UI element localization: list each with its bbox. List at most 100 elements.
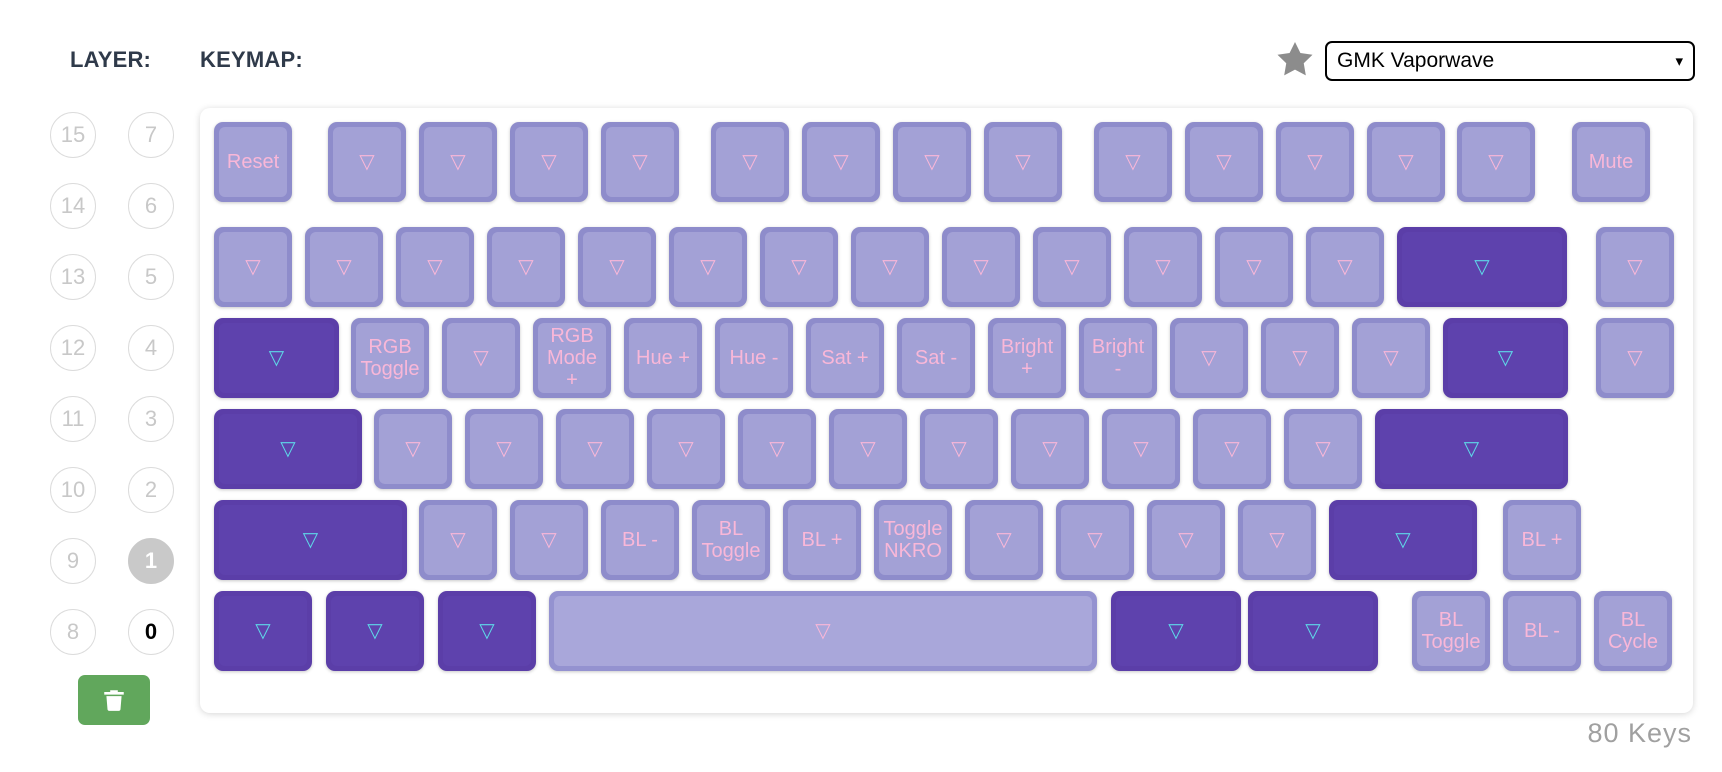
key-transparent[interactable]: ▽ <box>1329 500 1477 580</box>
key-transparent[interactable]: ▽ <box>1033 227 1111 307</box>
key-transparent[interactable]: ▽ <box>578 227 656 307</box>
key-toggle-nkro[interactable]: Toggle NKRO <box>874 500 952 580</box>
key-transparent[interactable]: ▽ <box>419 122 497 202</box>
delete-layer-button[interactable] <box>78 675 150 725</box>
key-transparent[interactable]: ▽ <box>374 409 452 489</box>
key-transparent[interactable]: ▽ <box>1185 122 1263 202</box>
key-transparent[interactable]: ▽ <box>1261 318 1339 398</box>
key-transparent[interactable]: ▽ <box>214 227 292 307</box>
layer-button-5[interactable]: 5 <box>128 254 174 300</box>
key-transparent[interactable]: ▽ <box>1352 318 1430 398</box>
key-hue[interactable]: Hue - <box>715 318 793 398</box>
key-transparent[interactable]: ▽ <box>214 591 312 671</box>
key-transparent[interactable]: ▽ <box>1367 122 1445 202</box>
key-transparent[interactable]: ▽ <box>1248 591 1378 671</box>
key-rgb-mode[interactable]: RGB Mode + <box>533 318 611 398</box>
key-transparent[interactable]: ▽ <box>510 122 588 202</box>
key-transparent[interactable]: ▽ <box>984 122 1062 202</box>
key-bl[interactable]: BL + <box>783 500 861 580</box>
key-sat[interactable]: Sat + <box>806 318 884 398</box>
key-transparent[interactable]: ▽ <box>1056 500 1134 580</box>
key-bright[interactable]: Bright - <box>1079 318 1157 398</box>
key-transparent[interactable]: ▽ <box>1124 227 1202 307</box>
star-icon[interactable] <box>1272 38 1318 82</box>
key-transparent[interactable]: ▽ <box>1596 227 1674 307</box>
key-rgb-toggle[interactable]: RGB Toggle <box>351 318 429 398</box>
key-transparent[interactable]: ▽ <box>1193 409 1271 489</box>
key-bl[interactable]: BL - <box>1503 591 1581 671</box>
layer-button-7[interactable]: 7 <box>128 112 174 158</box>
key-mute[interactable]: Mute <box>1572 122 1650 202</box>
key-transparent[interactable]: ▽ <box>1111 591 1241 671</box>
key-bright[interactable]: Bright + <box>988 318 1066 398</box>
key-transparent[interactable]: ▽ <box>965 500 1043 580</box>
key-transparent[interactable]: ▽ <box>419 500 497 580</box>
layer-button-12[interactable]: 12 <box>50 325 96 371</box>
key-transparent[interactable]: ▽ <box>465 409 543 489</box>
key-transparent[interactable]: ▽ <box>738 409 816 489</box>
key-transparent[interactable]: ▽ <box>1443 318 1568 398</box>
key-sat[interactable]: Sat - <box>897 318 975 398</box>
layer-button-8[interactable]: 8 <box>50 609 96 655</box>
key-transparent[interactable]: ▽ <box>1011 409 1089 489</box>
key-transparent[interactable]: ▽ <box>396 227 474 307</box>
key-transparent[interactable]: ▽ <box>851 227 929 307</box>
key-reset[interactable]: Reset <box>214 122 292 202</box>
key-transparent[interactable]: ▽ <box>1147 500 1225 580</box>
key-transparent[interactable]: ▽ <box>1596 318 1674 398</box>
key-transparent[interactable]: ▽ <box>442 318 520 398</box>
key-transparent[interactable]: ▽ <box>305 227 383 307</box>
layer-button-4[interactable]: 4 <box>128 325 174 371</box>
key-transparent[interactable]: ▽ <box>829 409 907 489</box>
layer-button-15[interactable]: 15 <box>50 112 96 158</box>
key-transparent[interactable]: ▽ <box>1375 409 1568 489</box>
layer-button-10[interactable]: 10 <box>50 467 96 513</box>
layer-button-14[interactable]: 14 <box>50 183 96 229</box>
key-transparent[interactable]: ▽ <box>1276 122 1354 202</box>
key-transparent[interactable]: ▽ <box>1306 227 1384 307</box>
layer-button-13[interactable]: 13 <box>50 254 96 300</box>
key-transparent[interactable]: ▽ <box>601 122 679 202</box>
key-transparent[interactable]: ▽ <box>549 591 1097 671</box>
layer-button-0[interactable]: 0 <box>128 609 174 655</box>
key-bl-toggle[interactable]: BL Toggle <box>1412 591 1490 671</box>
key-transparent[interactable]: ▽ <box>214 409 362 489</box>
key-transparent[interactable]: ▽ <box>326 591 424 671</box>
key-bl-cycle[interactable]: BL Cycle <box>1594 591 1672 671</box>
key-transparent[interactable]: ▽ <box>802 122 880 202</box>
key-transparent[interactable]: ▽ <box>1457 122 1535 202</box>
key-transparent[interactable]: ▽ <box>760 227 838 307</box>
key-legend: ▽ <box>1016 414 1084 484</box>
key-transparent[interactable]: ▽ <box>328 122 406 202</box>
layer-button-2[interactable]: 2 <box>128 467 174 513</box>
key-transparent[interactable]: ▽ <box>1397 227 1567 307</box>
key-transparent[interactable]: ▽ <box>920 409 998 489</box>
key-transparent[interactable]: ▽ <box>669 227 747 307</box>
key-bl-toggle[interactable]: BL Toggle <box>692 500 770 580</box>
key-transparent[interactable]: ▽ <box>1094 122 1172 202</box>
key-transparent[interactable]: ▽ <box>214 500 407 580</box>
key-transparent[interactable]: ▽ <box>510 500 588 580</box>
key-transparent[interactable]: ▽ <box>1284 409 1362 489</box>
key-transparent[interactable]: ▽ <box>1215 227 1293 307</box>
key-transparent[interactable]: ▽ <box>1102 409 1180 489</box>
key-transparent[interactable]: ▽ <box>214 318 339 398</box>
key-transparent[interactable]: ▽ <box>711 122 789 202</box>
key-transparent[interactable]: ▽ <box>893 122 971 202</box>
key-bl[interactable]: BL - <box>601 500 679 580</box>
key-transparent[interactable]: ▽ <box>438 591 536 671</box>
layer-button-3[interactable]: 3 <box>128 396 174 442</box>
key-hue[interactable]: Hue + <box>624 318 702 398</box>
keymap-select[interactable]: GMK Vaporwave ▾ <box>1325 41 1695 81</box>
key-transparent[interactable]: ▽ <box>1170 318 1248 398</box>
layer-button-9[interactable]: 9 <box>50 538 96 584</box>
key-transparent[interactable]: ▽ <box>1238 500 1316 580</box>
key-transparent[interactable]: ▽ <box>487 227 565 307</box>
key-transparent[interactable]: ▽ <box>942 227 1020 307</box>
key-transparent[interactable]: ▽ <box>556 409 634 489</box>
key-bl[interactable]: BL + <box>1503 500 1581 580</box>
layer-button-11[interactable]: 11 <box>50 396 96 442</box>
layer-button-6[interactable]: 6 <box>128 183 174 229</box>
layer-button-1[interactable]: 1 <box>128 538 174 584</box>
key-transparent[interactable]: ▽ <box>647 409 725 489</box>
